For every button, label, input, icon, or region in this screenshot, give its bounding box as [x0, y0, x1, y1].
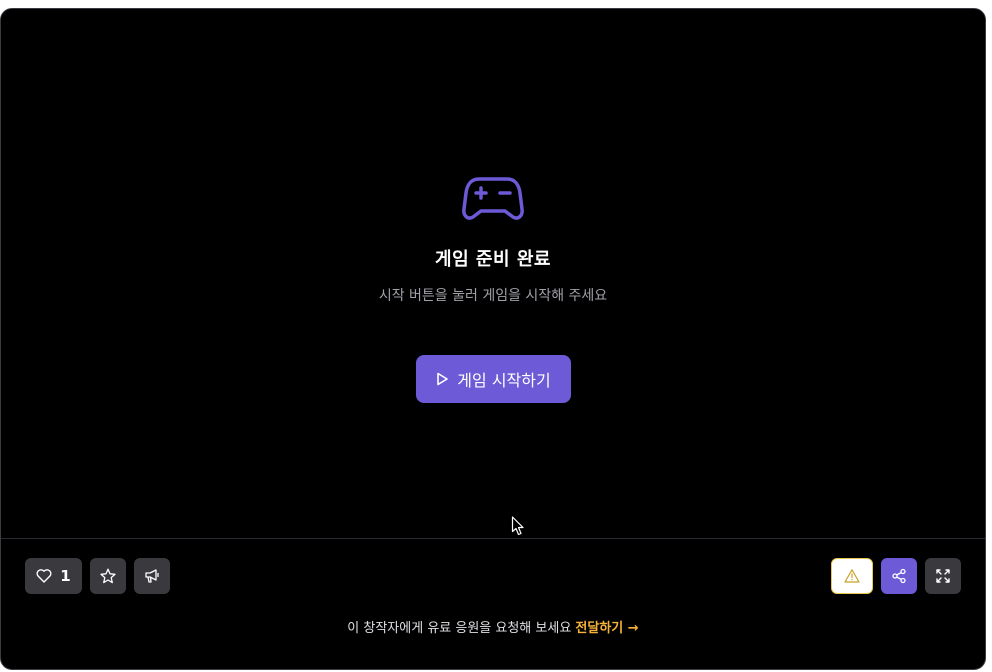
fullscreen-icon — [936, 569, 950, 583]
gamepad-icon — [462, 177, 524, 220]
mouse-cursor-icon — [511, 516, 524, 536]
action-toolbar: 1 — [25, 558, 961, 594]
start-game-button[interactable]: 게임 시작하기 — [415, 355, 571, 403]
share-icon — [892, 568, 906, 584]
star-icon — [100, 568, 116, 584]
support-link[interactable]: 전달하기 → — [575, 621, 638, 636]
warning-icon — [844, 569, 860, 583]
ready-subtitle: 시작 버튼을 눌러 게임을 시작해 주세요 — [378, 288, 608, 304]
support-link-label: 전달하기 — [575, 621, 624, 636]
game-frame: 게임 준비 완료 시작 버튼을 눌러 게임을 시작해 주세요 게임 시작하기 1 — [0, 8, 986, 670]
game-stage[interactable]: 게임 준비 완료 시작 버튼을 눌러 게임을 시작해 주세요 게임 시작하기 — [1, 9, 985, 538]
like-button[interactable]: 1 — [25, 558, 82, 594]
megaphone-icon — [145, 569, 159, 583]
ready-title: 게임 준비 완료 — [435, 249, 551, 270]
heart-icon — [36, 569, 52, 583]
ready-panel: 게임 준비 완료 시작 버튼을 눌러 게임을 시작해 주세요 게임 시작하기 — [1, 169, 985, 403]
toolbar-divider — [1, 538, 985, 539]
play-icon — [437, 372, 449, 386]
share-button[interactable] — [881, 558, 917, 594]
start-game-label: 게임 시작하기 — [457, 371, 551, 390]
favorite-button[interactable] — [90, 558, 126, 594]
arrow-right-icon: → — [627, 621, 639, 636]
fullscreen-button[interactable] — [925, 558, 961, 594]
promote-button[interactable] — [134, 558, 170, 594]
toolbar-left-group: 1 — [25, 558, 170, 594]
toolbar-right-group — [831, 558, 961, 594]
support-request: 이 창작자에게 유료 응원을 요청해 보세요 전달하기 → — [1, 617, 985, 636]
like-count: 1 — [60, 567, 71, 585]
support-text: 이 창작자에게 유료 응원을 요청해 보세요 — [347, 621, 572, 636]
report-button[interactable] — [831, 558, 873, 594]
